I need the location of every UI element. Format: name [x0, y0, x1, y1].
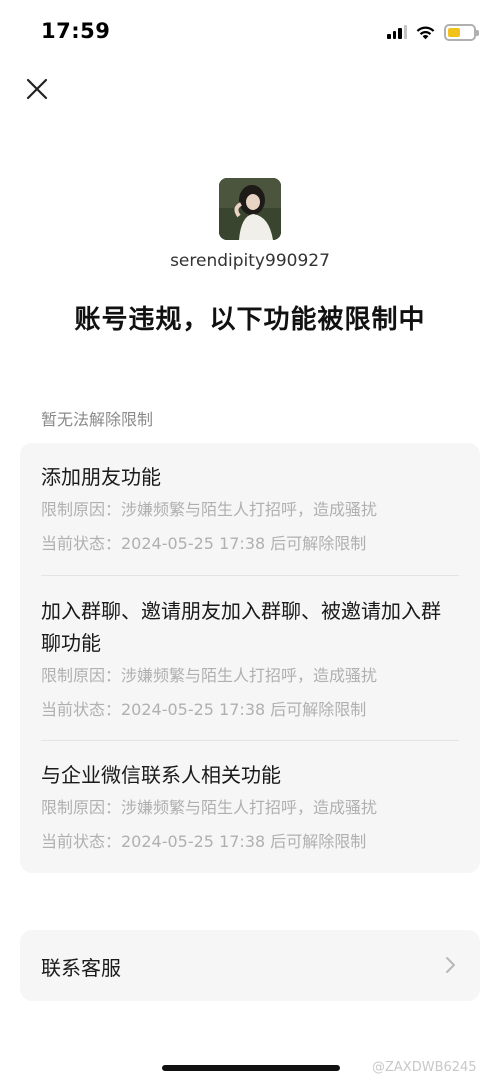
restrictions-card: 添加朋友功能 限制原因：涉嫌频繁与陌生人打招呼，造成骚扰 当前状态：2024-0… — [20, 443, 480, 873]
battery-icon — [444, 23, 479, 41]
avatar-image — [219, 178, 281, 240]
restriction-title: 添加朋友功能 — [41, 465, 161, 489]
chevron-right-icon — [446, 957, 455, 973]
restriction-status: 当前状态：2024-05-25 17:38 后可解除限制 — [41, 534, 367, 553]
username: serendipity990927 — [170, 251, 330, 271]
divider — [41, 575, 459, 576]
cellular-signal-icon — [387, 25, 407, 39]
home-indicator[interactable] — [162, 1065, 340, 1071]
restriction-status: 当前状态：2024-05-25 17:38 后可解除限制 — [41, 700, 367, 719]
wifi-icon — [416, 26, 435, 40]
avatar[interactable] — [219, 178, 281, 240]
contact-support-button[interactable]: 联系客服 — [20, 930, 480, 1001]
restriction-item: 与企业微信联系人相关功能 限制原因：涉嫌频繁与陌生人打招呼，造成骚扰 当前状态：… — [41, 759, 459, 857]
restriction-item: 加入群聊、邀请朋友加入群聊、被邀请加入群聊功能 限制原因：涉嫌频繁与陌生人打招呼… — [41, 595, 459, 725]
page-title: 账号违规，以下功能被限制中 — [74, 305, 426, 335]
divider — [41, 740, 459, 741]
restriction-item: 添加朋友功能 限制原因：涉嫌频繁与陌生人打招呼，造成骚扰 当前状态：2024-0… — [41, 461, 459, 559]
restriction-reason: 限制原因：涉嫌频繁与陌生人打招呼，造成骚扰 — [41, 666, 378, 685]
restriction-reason: 限制原因：涉嫌频繁与陌生人打招呼，造成骚扰 — [41, 798, 378, 817]
close-button[interactable] — [22, 74, 52, 104]
restriction-status: 当前状态：2024-05-25 17:38 后可解除限制 — [41, 832, 367, 851]
restriction-title: 与企业微信联系人相关功能 — [41, 763, 281, 787]
close-icon — [26, 78, 48, 100]
contact-support-label: 联系客服 — [41, 956, 121, 980]
status-icons — [387, 22, 479, 42]
section-label: 暂无法解除限制 — [41, 410, 154, 429]
status-time: 17:59 — [41, 19, 111, 43]
restriction-title: 加入群聊、邀请朋友加入群聊、被邀请加入群聊功能 — [41, 599, 441, 655]
watermark: @ZAXDWB6245 — [372, 1060, 477, 1075]
restriction-reason: 限制原因：涉嫌频繁与陌生人打招呼，造成骚扰 — [41, 500, 378, 519]
status-bar: 17:59 — [0, 0, 500, 62]
